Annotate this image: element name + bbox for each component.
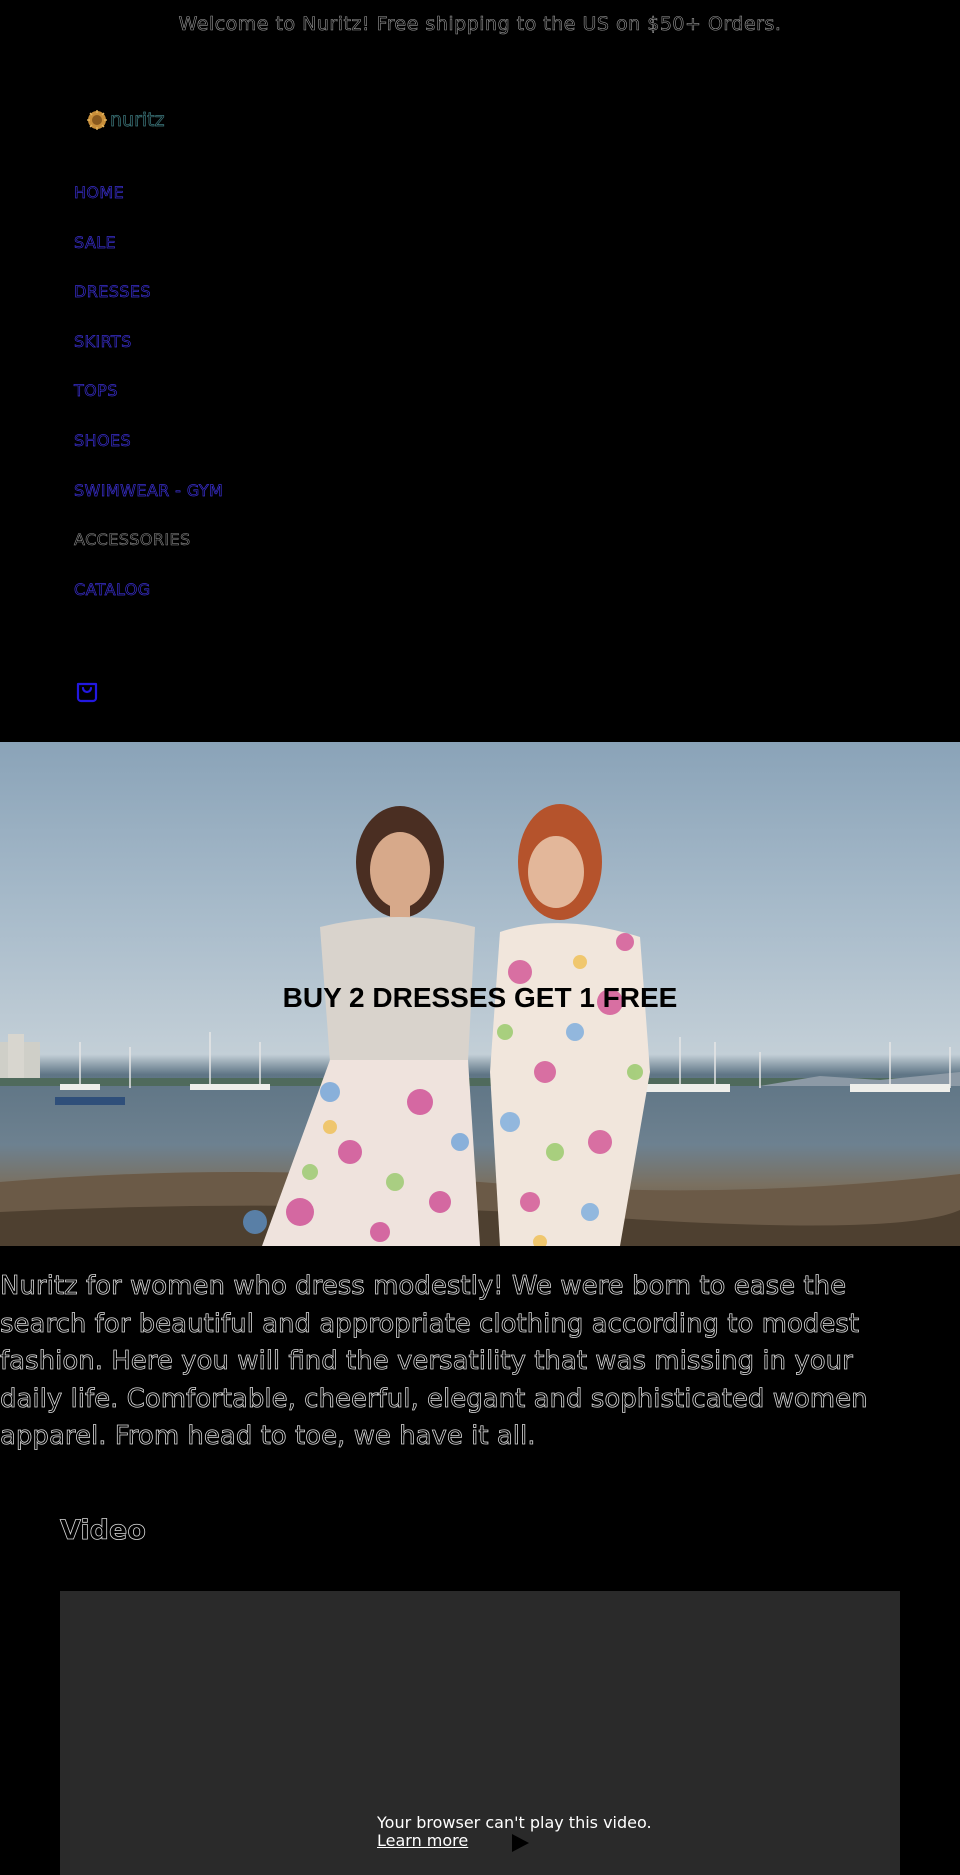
learn-more-link[interactable]: Learn more — [377, 1832, 468, 1850]
hero-title: BUY 2 DRESSES GET 1 FREE — [282, 982, 678, 1013]
nav-item-skirts[interactable]: SKIRTS — [74, 321, 374, 371]
hero-banner[interactable]: BUY 2 DRESSES GET 1 FREE — [0, 742, 960, 1246]
video-message-text: Your browser can't play this video. — [377, 1813, 652, 1832]
nav-item-catalog[interactable]: CATALOG — [74, 569, 374, 619]
nav-item-sale[interactable]: SALE — [74, 222, 374, 272]
logo-text: nuritz — [110, 109, 165, 132]
video-player[interactable]: Your browser can't play this video. Lear… — [60, 1591, 900, 1875]
play-icon[interactable] — [510, 1833, 530, 1853]
nav-item-tops[interactable]: TOPS — [74, 370, 374, 420]
about-text: Nuritz for women who dress modestly! We … — [0, 1271, 868, 1452]
nav-item-dresses[interactable]: DRESSES — [74, 271, 374, 321]
logo[interactable]: nuritz — [86, 106, 165, 134]
announcement-bar: Welcome to Nuritz! Free shipping to the … — [0, 0, 960, 48]
video-heading: Video — [60, 1515, 147, 1547]
nav-item-shoes[interactable]: SHOES — [74, 420, 374, 470]
announcement-text: Welcome to Nuritz! Free shipping to the … — [178, 13, 782, 36]
nav-item-accessories[interactable]: ACCESSORIES — [74, 519, 374, 569]
nav-item-swimwear-gym[interactable]: SWIMWEAR - GYM — [74, 470, 374, 520]
bag-icon — [76, 682, 98, 703]
main-nav: HOME SALE DRESSES SKIRTS TOPS SHOES SWIM… — [74, 172, 374, 618]
sunflower-logo-icon — [87, 110, 107, 130]
nav-item-home[interactable]: HOME — [74, 172, 374, 222]
